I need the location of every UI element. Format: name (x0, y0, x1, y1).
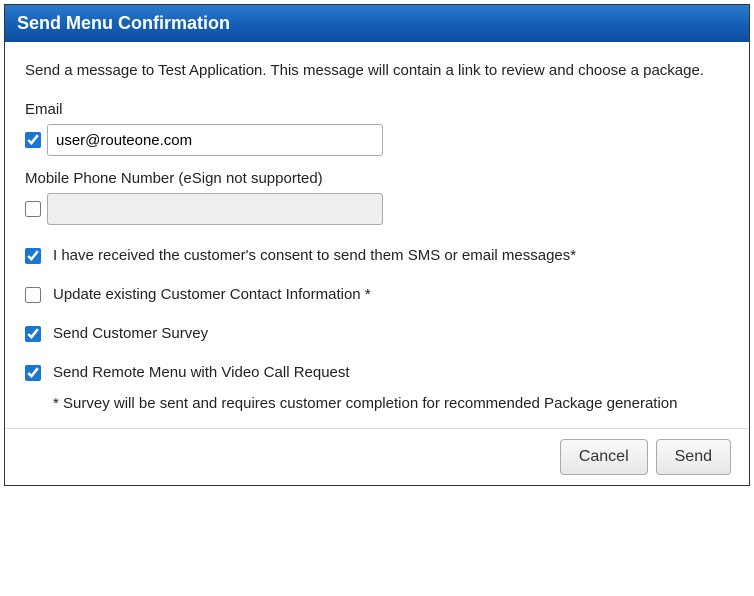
consent-row: I have received the customer's consent t… (25, 247, 729, 264)
survey-note: * Survey will be sent and requires custo… (53, 395, 729, 412)
dialog-footer: Cancel Send (5, 428, 749, 485)
survey-label: Send Customer Survey (53, 325, 208, 342)
update-contact-label: Update existing Customer Contact Informa… (53, 286, 371, 303)
cancel-button[interactable]: Cancel (560, 439, 648, 475)
phone-checkbox[interactable] (25, 201, 41, 217)
survey-checkbox[interactable] (25, 326, 41, 342)
phone-input[interactable] (47, 193, 383, 225)
update-contact-checkbox[interactable] (25, 287, 41, 303)
video-call-label: Send Remote Menu with Video Call Request (53, 364, 350, 381)
intro-text: Send a message to Test Application. This… (25, 60, 729, 81)
email-label: Email (25, 101, 729, 118)
send-button[interactable]: Send (656, 439, 731, 475)
video-call-row: Send Remote Menu with Video Call Request (25, 364, 729, 381)
phone-label: Mobile Phone Number (eSign not supported… (25, 170, 729, 187)
dialog-title: Send Menu Confirmation (5, 5, 749, 42)
consent-label: I have received the customer's consent t… (53, 247, 576, 264)
email-input[interactable] (47, 124, 383, 156)
video-call-checkbox[interactable] (25, 365, 41, 381)
survey-row: Send Customer Survey (25, 325, 729, 342)
dialog-body: Send a message to Test Application. This… (5, 42, 749, 428)
consent-checkbox[interactable] (25, 248, 41, 264)
email-checkbox[interactable] (25, 132, 41, 148)
send-menu-confirmation-dialog: Send Menu Confirmation Send a message to… (4, 4, 750, 486)
update-contact-row: Update existing Customer Contact Informa… (25, 286, 729, 303)
email-field-group: Email (25, 101, 729, 156)
phone-field-group: Mobile Phone Number (eSign not supported… (25, 170, 729, 225)
